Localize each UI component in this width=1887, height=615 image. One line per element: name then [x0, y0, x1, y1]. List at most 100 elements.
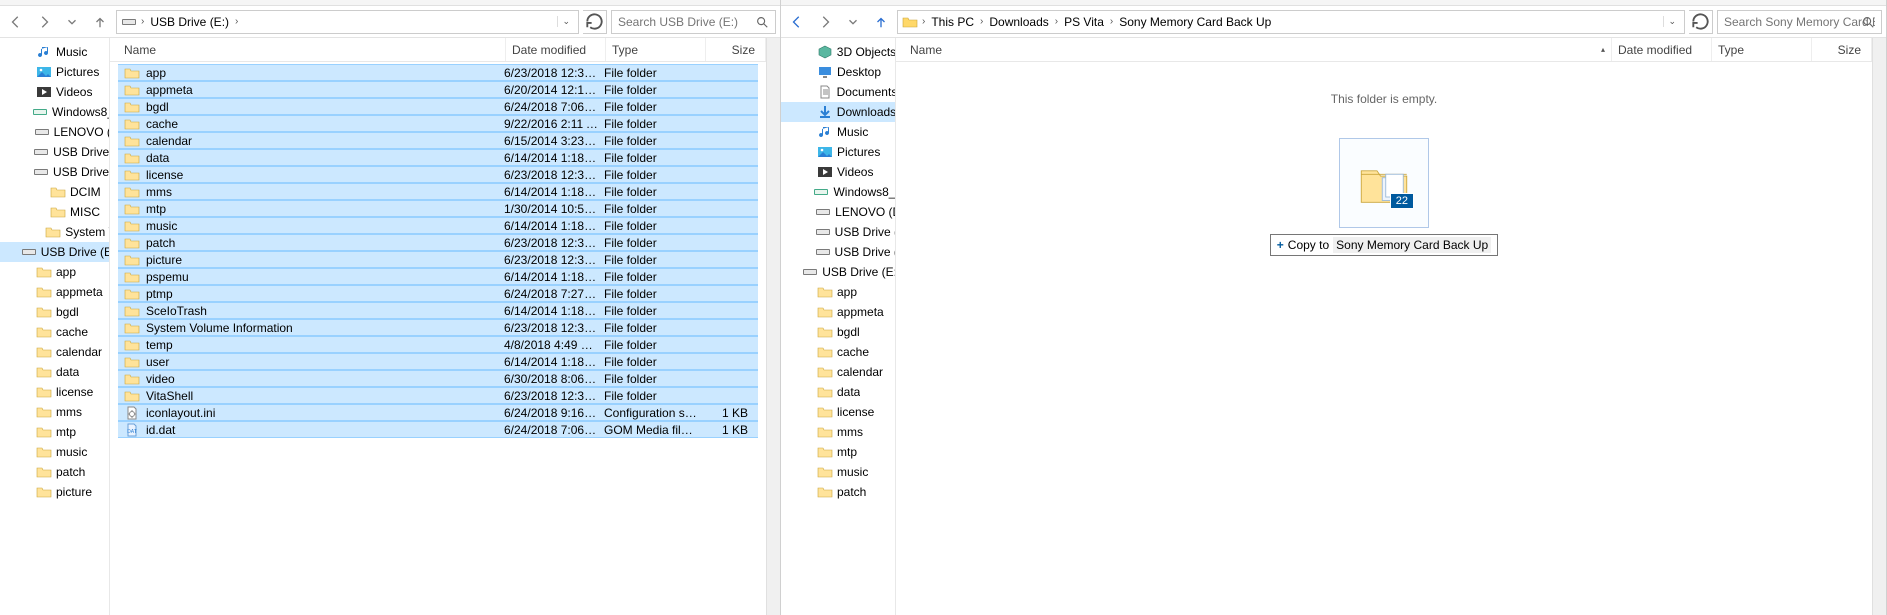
up-button[interactable] — [88, 10, 112, 34]
column-header-date[interactable]: Date modified — [1612, 38, 1712, 61]
chevron-right-icon[interactable]: › — [233, 16, 240, 27]
tree-item[interactable]: USB Drive (E:) — [781, 262, 895, 282]
file-row[interactable]: picture6/23/2018 12:31 AMFile folder — [118, 251, 758, 268]
column-header-name[interactable]: Name▴ — [904, 38, 1612, 61]
search-box[interactable] — [1717, 10, 1882, 34]
file-row[interactable]: pspemu6/14/2014 1:18 PMFile folder — [118, 268, 758, 285]
search-box[interactable] — [611, 10, 776, 34]
search-input[interactable] — [618, 15, 769, 29]
tree-item[interactable]: music — [781, 462, 895, 482]
tree-item[interactable]: USB Drive (E:) — [0, 242, 109, 262]
tree-item[interactable]: USB Drive (G:) — [781, 242, 895, 262]
breadcrumb-segment[interactable]: PS Vita — [1062, 15, 1106, 29]
breadcrumb-bar[interactable]: › This PC › Downloads › PS Vita › Sony M… — [897, 10, 1685, 34]
tree-item[interactable]: LENOVO (D:) — [0, 122, 109, 142]
column-header-type[interactable]: Type — [1712, 38, 1812, 61]
tree-item[interactable]: data — [0, 362, 109, 382]
file-row[interactable]: DATid.dat6/24/2018 7:06 PMGOM Media file… — [118, 421, 758, 438]
forward-button[interactable] — [32, 10, 56, 34]
tree-item[interactable]: music — [0, 442, 109, 462]
tree-item[interactable]: bgdl — [781, 322, 895, 342]
file-row[interactable]: VitaShell6/23/2018 12:31 AMFile folder — [118, 387, 758, 404]
tree-item[interactable]: license — [781, 402, 895, 422]
column-headers[interactable]: Name Date modified Type Size — [110, 38, 766, 62]
chevron-right-icon[interactable]: › — [139, 16, 146, 27]
column-headers[interactable]: Name▴ Date modified Type Size — [896, 38, 1872, 62]
back-button[interactable] — [4, 10, 28, 34]
tree-item[interactable]: Music — [781, 122, 895, 142]
tree-item[interactable]: data — [781, 382, 895, 402]
chevron-right-icon[interactable]: › — [1108, 16, 1115, 27]
address-dropdown[interactable]: ⌄ — [1663, 16, 1680, 27]
tree-item[interactable]: Music — [0, 42, 109, 62]
chevron-right-icon[interactable]: › — [1053, 16, 1060, 27]
tree-item[interactable]: app — [781, 282, 895, 302]
refresh-button[interactable] — [583, 10, 607, 34]
file-row[interactable]: appmeta6/20/2014 12:19 PMFile folder — [118, 81, 758, 98]
file-list[interactable]: app6/23/2018 12:31 AMFile folderappmeta6… — [110, 62, 766, 615]
tree-item[interactable]: Desktop — [781, 62, 895, 82]
tree-item[interactable]: patch — [781, 482, 895, 502]
file-row[interactable]: calendar6/15/2014 3:23 AMFile folder — [118, 132, 758, 149]
tree-item[interactable]: app — [0, 262, 109, 282]
chevron-right-icon[interactable]: › — [920, 16, 927, 27]
tree-item[interactable]: Pictures — [781, 142, 895, 162]
breadcrumb-segment[interactable]: Downloads — [987, 15, 1050, 29]
tree-item[interactable]: license — [0, 382, 109, 402]
file-row[interactable]: SceIoTrash6/14/2014 1:18 PMFile folder — [118, 302, 758, 319]
breadcrumb-segment[interactable]: This PC — [929, 15, 976, 29]
column-header-name[interactable]: Name — [118, 38, 506, 61]
file-row[interactable]: mtp1/30/2014 10:51 PMFile folder — [118, 200, 758, 217]
tree-item[interactable]: System Volume — [0, 222, 109, 242]
file-row[interactable]: app6/23/2018 12:31 AMFile folder — [118, 64, 758, 81]
forward-button[interactable] — [813, 10, 837, 34]
tree-item[interactable]: Videos — [0, 82, 109, 102]
file-row[interactable]: System Volume Information6/23/2018 12:31… — [118, 319, 758, 336]
tree-item[interactable]: cache — [0, 322, 109, 342]
column-header-date[interactable]: Date modified — [506, 38, 606, 61]
tree-item[interactable]: mms — [781, 422, 895, 442]
tree-item[interactable]: mtp — [781, 442, 895, 462]
breadcrumb-segment[interactable]: USB Drive (E:) — [148, 15, 231, 29]
search-input[interactable] — [1724, 15, 1875, 29]
file-row[interactable]: patch6/23/2018 12:31 AMFile folder — [118, 234, 758, 251]
refresh-button[interactable] — [1689, 10, 1713, 34]
tree-item[interactable]: picture — [0, 482, 109, 502]
tree-item[interactable]: Pictures — [0, 62, 109, 82]
chevron-right-icon[interactable]: › — [978, 16, 985, 27]
tree-item[interactable]: Documents — [781, 82, 895, 102]
navigation-pane[interactable]: 3D ObjectsDesktopDocumentsDownloadsMusic… — [781, 38, 896, 615]
tree-item[interactable]: mtp — [0, 422, 109, 442]
tree-item[interactable]: mms — [0, 402, 109, 422]
column-header-size[interactable]: Size — [1812, 38, 1872, 61]
tree-item[interactable]: Videos — [781, 162, 895, 182]
tree-item[interactable]: bgdl — [0, 302, 109, 322]
tree-item[interactable]: USB Drive (G:) — [0, 162, 109, 182]
column-header-type[interactable]: Type — [606, 38, 706, 61]
file-row[interactable]: bgdl6/24/2018 7:06 PMFile folder — [118, 98, 758, 115]
file-row[interactable]: temp4/8/2018 4:49 PMFile folder — [118, 336, 758, 353]
recent-locations-button[interactable] — [60, 10, 84, 34]
file-row[interactable]: mms6/14/2014 1:18 PMFile folder — [118, 183, 758, 200]
tree-item[interactable]: patch — [0, 462, 109, 482]
scrollbar[interactable] — [1872, 38, 1886, 615]
tree-item[interactable]: DCIM — [0, 182, 109, 202]
tree-item[interactable]: LENOVO (D:) — [781, 202, 895, 222]
file-row[interactable]: iconlayout.ini6/24/2018 9:16 PMConfigura… — [118, 404, 758, 421]
tree-item[interactable]: appmeta — [781, 302, 895, 322]
recent-locations-button[interactable] — [841, 10, 865, 34]
address-dropdown[interactable]: ⌄ — [557, 16, 574, 27]
file-row[interactable]: cache9/22/2016 2:11 AMFile folder — [118, 115, 758, 132]
tree-item[interactable]: MISC — [0, 202, 109, 222]
column-header-size[interactable]: Size — [706, 38, 766, 61]
tree-item[interactable]: Windows8_OS (C — [0, 102, 109, 122]
file-row[interactable]: music6/14/2014 1:18 PMFile folder — [118, 217, 758, 234]
file-row[interactable]: user6/14/2014 1:18 PMFile folder — [118, 353, 758, 370]
back-button[interactable] — [785, 10, 809, 34]
tree-item[interactable]: Downloads — [781, 102, 895, 122]
file-row[interactable]: data6/14/2014 1:18 PMFile folder — [118, 149, 758, 166]
tree-item[interactable]: calendar — [781, 362, 895, 382]
up-button[interactable] — [869, 10, 893, 34]
navigation-pane[interactable]: MusicPicturesVideosWindows8_OS (CLENOVO … — [0, 38, 110, 615]
tree-item[interactable]: USB Drive (E:) — [0, 142, 109, 162]
